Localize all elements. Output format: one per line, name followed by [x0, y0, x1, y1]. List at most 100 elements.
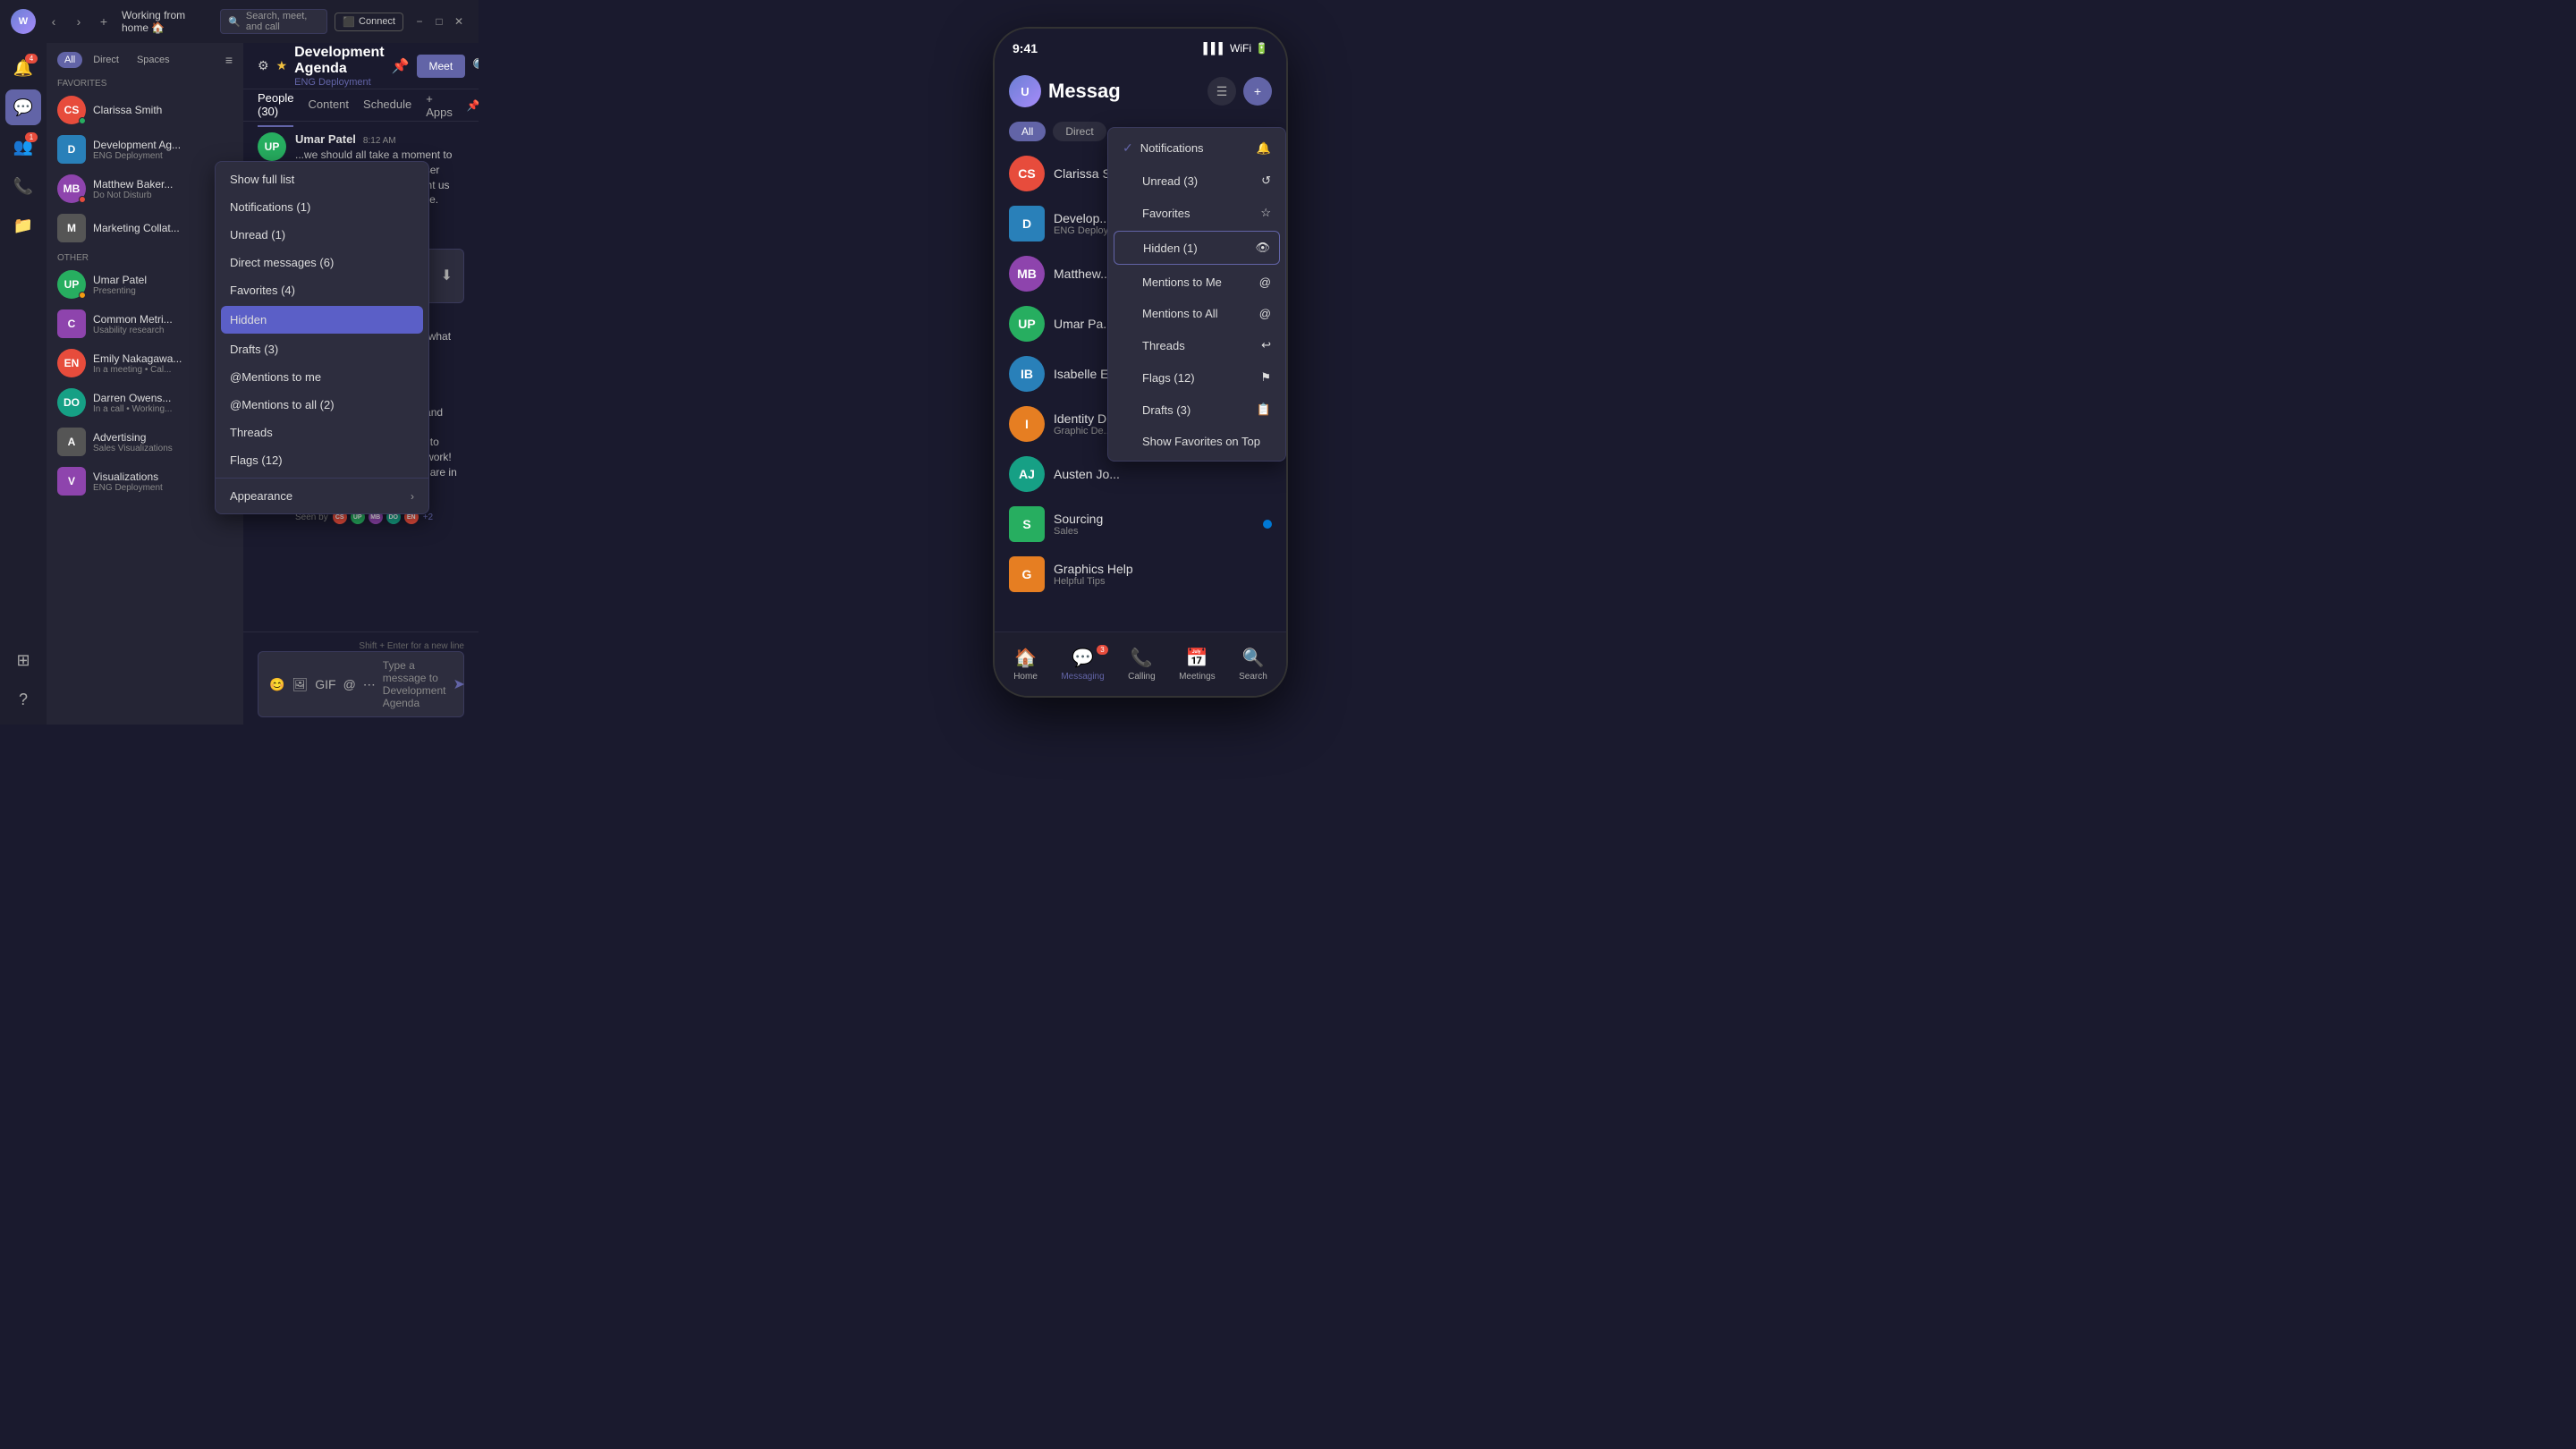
list-item[interactable]: MB Matthew Baker... Do Not Disturb	[47, 169, 243, 208]
tab-content[interactable]: Content	[308, 90, 349, 120]
list-item[interactable]: C Common Metri... Usability research	[47, 304, 243, 343]
menu-item-label: Hidden	[230, 313, 267, 326]
menu-item-mentions-me[interactable]: @Mentions to me	[216, 363, 428, 391]
filter-tab-spaces[interactable]: Spaces	[130, 52, 177, 68]
emoji-icon[interactable]: 😊	[269, 677, 284, 692]
nav-forward-button[interactable]: ›	[68, 11, 89, 32]
menu-item-notifications[interactable]: Notifications (1)	[216, 193, 428, 221]
mobile-nav-calling[interactable]: 📞 Calling	[1121, 643, 1163, 685]
notif-item-drafts[interactable]: Drafts (3) 📋	[1108, 394, 1285, 426]
mention-icon[interactable]: @	[343, 677, 356, 692]
nav-add-button[interactable]: +	[93, 11, 114, 32]
menu-item-direct-messages[interactable]: Direct messages (6)	[216, 249, 428, 276]
list-item[interactable]: M Marketing Collat...	[47, 208, 243, 248]
activity-badge: 4	[25, 54, 38, 64]
list-item[interactable]: UP Umar Patel Presenting	[47, 265, 243, 304]
mention-icon: @	[1259, 275, 1271, 289]
menu-item-threads[interactable]: Threads	[216, 419, 428, 446]
connect-icon: ⬛	[343, 16, 355, 28]
rail-item-apps[interactable]: ⊞	[5, 642, 41, 678]
menu-item-label: @Mentions to all (2)	[230, 398, 335, 411]
filter-menu-icon[interactable]: ≡	[225, 53, 233, 67]
gif-icon[interactable]: GIF	[315, 677, 335, 692]
mobile-nav-search[interactable]: 🔍 Search	[1232, 643, 1275, 685]
status-badge	[79, 196, 86, 203]
mobile-nav-messaging[interactable]: 💬 3 Messaging	[1054, 643, 1111, 685]
rail-item-activity[interactable]: 🔔 4	[5, 50, 41, 86]
tab-schedule[interactable]: Schedule	[363, 90, 411, 120]
list-item[interactable]: CS Clarissa Smith	[47, 90, 243, 130]
list-item[interactable]: A Advertising Sales Visualizations	[47, 422, 243, 462]
signal-icon: ▌▌▌	[1204, 42, 1227, 55]
menu-item-hidden[interactable]: Hidden	[221, 306, 423, 334]
mobile-add-button[interactable]: +	[1243, 77, 1272, 106]
home-icon: 🏠	[1014, 647, 1037, 669]
menu-item-show-full[interactable]: Show full list	[216, 165, 428, 193]
rail-item-teams[interactable]: 👥 1	[5, 129, 41, 165]
menu-item-unread[interactable]: Unread (1)	[216, 221, 428, 249]
download-icon[interactable]: ⬇	[441, 267, 453, 284]
meet-button[interactable]: Meet	[417, 55, 466, 78]
rail-item-files[interactable]: 📁	[5, 208, 41, 243]
list-item[interactable]: D Development Ag... ENG Deployment	[47, 130, 243, 169]
list-item[interactable]: V Visualizations ENG Deployment	[47, 462, 243, 501]
rail-item-help[interactable]: ?	[5, 682, 41, 717]
connect-button[interactable]: ⬛ Connect	[335, 13, 403, 31]
pin-button[interactable]: 📌	[392, 55, 410, 78]
notif-item-show-favorites[interactable]: Show Favorites on Top	[1108, 426, 1285, 457]
list-item[interactable]: G Graphics Help Helpful Tips	[995, 549, 1286, 599]
notif-item-flags[interactable]: Flags (12) ⚑	[1108, 361, 1285, 394]
message-input[interactable]: Type a message to Development Agenda	[383, 659, 446, 709]
mobile-nav-meetings[interactable]: 📅 Meetings	[1172, 643, 1223, 685]
settings-icon[interactable]: ⚙	[258, 58, 269, 73]
list-item[interactable]: EN Emily Nakagawa... In a meeting • Cal.…	[47, 343, 243, 383]
mobile-filter-all[interactable]: All	[1009, 122, 1046, 141]
list-item[interactable]: DO Darren Owens... In a call • Working..…	[47, 383, 243, 422]
user-avatar[interactable]: W	[11, 9, 36, 34]
more-icon[interactable]: ⋯	[363, 677, 376, 692]
notif-item-favorites[interactable]: Favorites ☆	[1108, 197, 1285, 229]
send-button[interactable]: ➤	[453, 675, 464, 693]
rail-item-calls[interactable]: 📞	[5, 168, 41, 204]
add-apps-button[interactable]: + Apps	[426, 92, 453, 119]
notif-item-threads[interactable]: Threads ↩	[1108, 329, 1285, 361]
message-input-box[interactable]: 😊 🖼 GIF @ ⋯ Type a message to Developmen…	[258, 651, 464, 717]
notification-panel: ✓ Notifications 🔔 Unread (3) ↺ Favorites…	[1107, 127, 1286, 462]
contact-name: Advertising	[93, 431, 233, 444]
notif-item-mentions-me[interactable]: Mentions to Me @	[1108, 267, 1285, 298]
mobile-filter-direct[interactable]: Direct	[1053, 122, 1106, 141]
check-icon: ✓	[1123, 140, 1133, 156]
filter-tab-all[interactable]: All	[57, 52, 82, 68]
menu-item-appearance[interactable]: Appearance ›	[216, 482, 428, 510]
close-button[interactable]: ✕	[450, 13, 468, 30]
notif-item-notifications[interactable]: ✓ Notifications 🔔	[1108, 131, 1285, 165]
image-icon[interactable]: 🖼	[292, 677, 308, 692]
desktop-app: W ‹ › + Working from home 🏠 🔍 Search, me…	[0, 0, 479, 724]
search-placeholder: Search, meet, and call	[246, 11, 319, 32]
maximize-button[interactable]: □	[430, 13, 448, 30]
rail-item-chat[interactable]: 💬	[5, 89, 41, 125]
mobile-nav-home[interactable]: 🏠 Home	[1006, 643, 1045, 685]
notif-item-hidden[interactable]: Hidden (1) 👁	[1114, 231, 1280, 265]
notif-item-unread[interactable]: Unread (3) ↺	[1108, 165, 1285, 197]
star-icon[interactable]: ★	[276, 58, 288, 73]
title-bar: W ‹ › + Working from home 🏠 🔍 Search, me…	[0, 0, 479, 43]
menu-item-mentions-all[interactable]: @Mentions to all (2)	[216, 391, 428, 419]
battery-icon: 🔋	[1255, 42, 1268, 55]
app-body: 🔔 4 💬 👥 1 📞 📁 ⊞ ?	[0, 43, 479, 724]
menu-item-flags[interactable]: Flags (12)	[216, 446, 428, 474]
mobile-filter-button[interactable]: ☰	[1208, 77, 1236, 106]
nav-back-button[interactable]: ‹	[43, 11, 64, 32]
tab-pin-icon[interactable]: 📌	[467, 99, 479, 112]
minimize-button[interactable]: −	[411, 13, 428, 30]
search-button[interactable]: 🔍	[472, 55, 479, 78]
mobile-user-avatar[interactable]: U	[1009, 75, 1041, 107]
notif-item-mentions-all[interactable]: Mentions to All @	[1108, 298, 1285, 329]
menu-item-drafts[interactable]: Drafts (3)	[216, 335, 428, 363]
filter-tab-direct[interactable]: Direct	[86, 52, 126, 68]
menu-item-favorites[interactable]: Favorites (4)	[216, 276, 428, 304]
contact-name: Emily Nakagawa...	[93, 352, 233, 365]
list-item[interactable]: S Sourcing Sales	[995, 499, 1286, 549]
tab-people[interactable]: People (30)	[258, 84, 293, 127]
search-bar[interactable]: 🔍 Search, meet, and call	[220, 9, 327, 34]
